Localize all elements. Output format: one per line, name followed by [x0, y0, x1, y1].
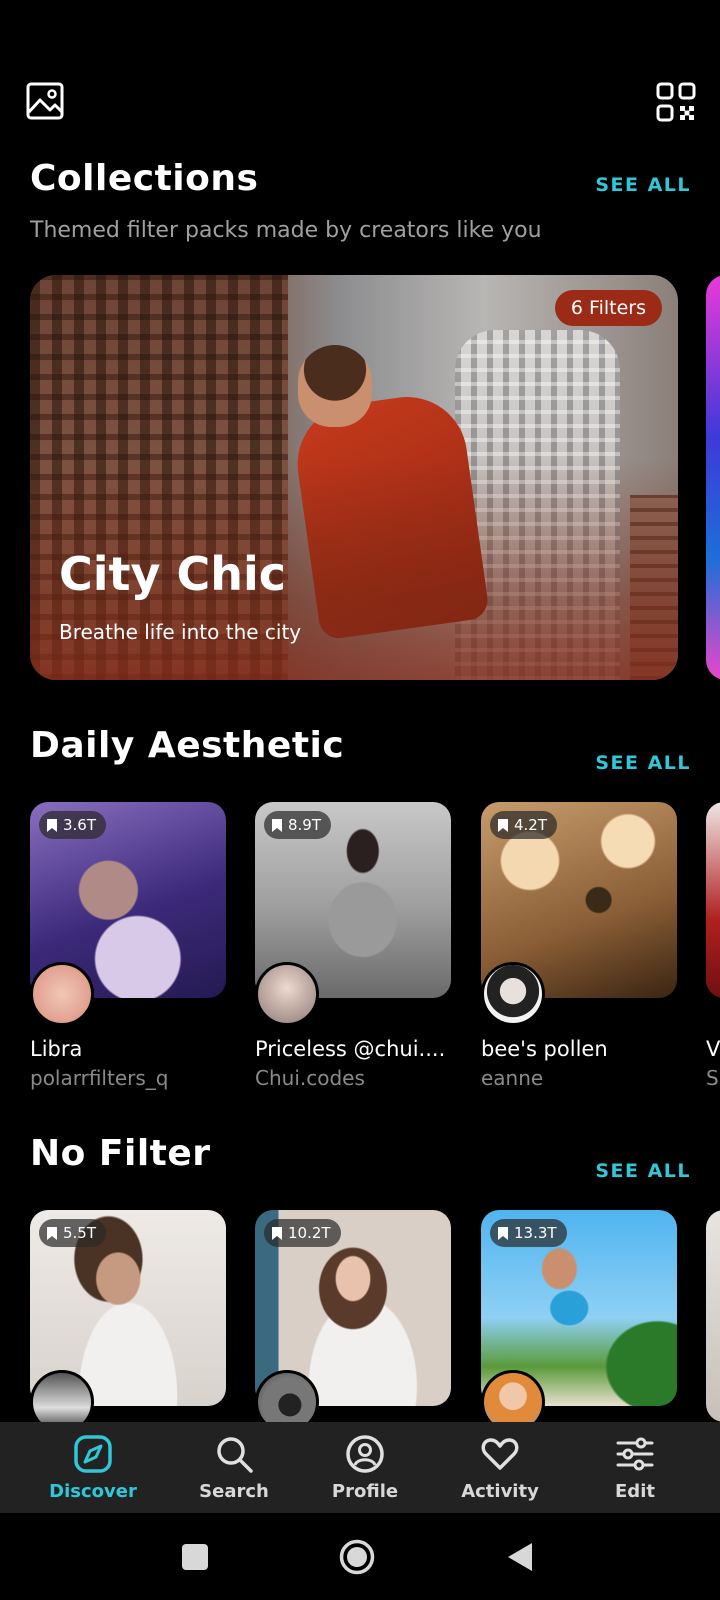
saves-count-badge: 5.5T — [39, 1219, 107, 1247]
nav-activity[interactable]: Activity — [440, 1422, 560, 1513]
saves-count-badge: 10.2T — [264, 1219, 341, 1247]
heart-icon — [481, 1438, 519, 1470]
recent-apps-icon[interactable] — [181, 1543, 209, 1571]
bookmark-icon — [272, 1226, 282, 1240]
collections-title: Collections — [30, 158, 259, 199]
peek-creator-name: S — [706, 1066, 719, 1090]
no-filter-see-all-link[interactable]: SEE ALL — [595, 1160, 691, 1182]
saves-count: 3.6T — [63, 816, 97, 834]
creator-avatar[interactable] — [30, 962, 94, 1026]
filter-card[interactable]: 10.2T — [255, 1210, 451, 1434]
nav-profile[interactable]: Profile — [305, 1422, 425, 1513]
creator-name[interactable]: polarrfilters_q — [30, 1066, 168, 1090]
saves-count-badge: 3.6T — [39, 811, 107, 839]
system-navigation-bar — [0, 1513, 720, 1600]
nav-edit[interactable]: Edit — [575, 1422, 695, 1513]
collection-card-city-chic[interactable]: 6 Filters City Chic Breathe life into th… — [30, 275, 678, 680]
filter-name: Libra — [30, 1037, 83, 1061]
filter-card-libra[interactable]: 3.6T Libra polarrfilters_q — [30, 802, 226, 1092]
saves-count: 10.2T — [288, 1224, 331, 1242]
bottom-navigation-bar: Discover Search Profile Activity Edit — [0, 1422, 720, 1513]
saves-count-badge: 8.9T — [264, 811, 332, 839]
search-icon — [217, 1437, 253, 1473]
nav-label: Edit — [615, 1481, 655, 1502]
filter-card-priceless[interactable]: 8.9T Priceless @chui.... Chui.codes — [255, 802, 451, 1092]
daily-aesthetic-title: Daily Aesthetic — [30, 725, 345, 766]
no-filter-title: No Filter — [30, 1133, 211, 1174]
next-collection-card-peek[interactable] — [706, 275, 720, 680]
saves-count: 5.5T — [63, 1224, 97, 1242]
bookmark-icon — [47, 818, 57, 832]
collection-title: City Chic — [59, 547, 287, 601]
top-bar — [0, 82, 720, 124]
daily-aesthetic-see-all-link[interactable]: SEE ALL — [595, 752, 691, 774]
bookmark-icon — [498, 1226, 508, 1240]
bookmark-icon — [47, 1226, 57, 1240]
nav-label: Discover — [49, 1481, 137, 1502]
saves-count: 4.2T — [514, 816, 548, 834]
nav-search[interactable]: Search — [174, 1422, 294, 1513]
home-icon[interactable] — [339, 1539, 375, 1575]
creator-name[interactable]: eanne — [481, 1066, 543, 1090]
creator-name[interactable]: Chui.codes — [255, 1066, 365, 1090]
saves-count-badge: 13.3T — [490, 1219, 567, 1247]
sliders-icon — [616, 1437, 654, 1471]
back-icon[interactable] — [506, 1541, 534, 1573]
nav-label: Activity — [461, 1481, 539, 1502]
filter-card-bees-pollen[interactable]: 4.2T bee's pollen eanne — [481, 802, 677, 1092]
collections-subtitle: Themed filter packs made by creators lik… — [30, 218, 542, 243]
saves-count: 13.3T — [514, 1224, 557, 1242]
saves-count-badge: 4.2T — [490, 811, 558, 839]
gallery-icon[interactable] — [26, 82, 64, 120]
saves-count: 8.9T — [288, 816, 322, 834]
creator-avatar[interactable] — [481, 962, 545, 1026]
creator-avatar[interactable] — [255, 962, 319, 1026]
filters-count-badge: 6 Filters — [554, 290, 662, 326]
filter-card[interactable]: 5.5T — [30, 1210, 226, 1434]
nav-label: Search — [199, 1481, 269, 1502]
nav-discover[interactable]: Discover — [33, 1422, 153, 1513]
next-filter-card-peek[interactable] — [706, 1210, 720, 1422]
filter-card[interactable]: 13.3T — [481, 1210, 677, 1434]
qr-code-icon[interactable] — [656, 82, 696, 122]
filter-name: bee's pollen — [481, 1037, 608, 1061]
bookmark-icon — [272, 818, 282, 832]
peek-filter-name: V — [706, 1037, 720, 1061]
nav-label: Profile — [331, 1481, 399, 1502]
filter-name: Priceless @chui.... — [255, 1037, 446, 1061]
profile-icon — [346, 1435, 384, 1473]
bookmark-icon — [498, 818, 508, 832]
next-filter-card-peek[interactable] — [706, 802, 720, 998]
compass-icon — [74, 1435, 112, 1473]
collections-see-all-link[interactable]: SEE ALL — [595, 174, 691, 196]
collection-subtitle: Breathe life into the city — [59, 620, 302, 644]
